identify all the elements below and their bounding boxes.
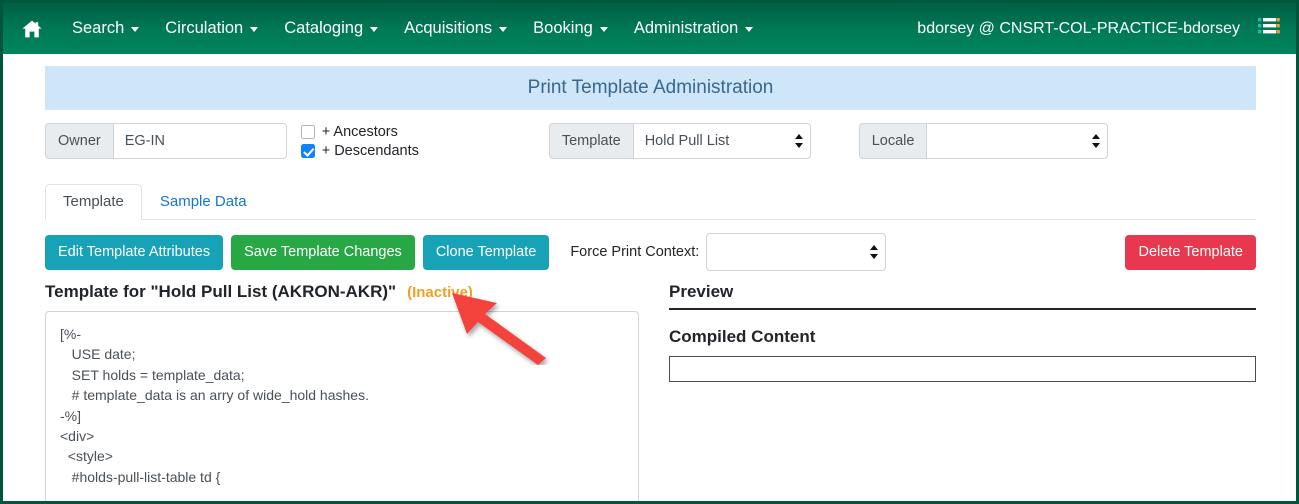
current-user-label: bdorsey @ CNSRT-COL-PRACTICE-bdorsey bbox=[917, 19, 1240, 37]
chevron-down-icon bbox=[499, 27, 508, 32]
preview-heading: Preview bbox=[669, 282, 1256, 310]
scope-checkbox-group: + Ancestors + Descendants bbox=[300, 123, 419, 159]
template-select-group: Template Hold Pull List bbox=[548, 123, 811, 159]
owner-input[interactable] bbox=[112, 123, 287, 159]
nav-primary-menu: Search Circulation Cataloging Acquisitio… bbox=[3, 13, 917, 44]
tab-sample-data[interactable]: Sample Data bbox=[142, 184, 265, 220]
list-menu-icon[interactable] bbox=[1256, 15, 1282, 42]
chevron-down-icon bbox=[131, 27, 140, 32]
ancestors-checkbox[interactable] bbox=[300, 125, 315, 139]
chevron-down-icon bbox=[370, 27, 379, 32]
template-editor-title: Template for "Hold Pull List (AKRON-AKR)… bbox=[45, 282, 397, 301]
compiled-content-label: Compiled Content bbox=[669, 327, 816, 346]
tab-bar: Template Sample Data bbox=[45, 183, 1256, 220]
clone-template-button[interactable]: Clone Template bbox=[422, 234, 550, 270]
template-editor-heading: Template for "Hold Pull List (AKRON-AKR)… bbox=[45, 282, 639, 302]
force-print-context-group: Force Print Context: bbox=[570, 233, 887, 271]
compiled-content-box[interactable] bbox=[669, 356, 1256, 382]
locale-select-group: Locale bbox=[858, 123, 1109, 159]
template-label: Template bbox=[548, 123, 633, 159]
chevron-down-icon bbox=[745, 27, 754, 32]
tab-template[interactable]: Template bbox=[45, 184, 142, 220]
descendants-checkbox-row[interactable]: + Descendants bbox=[300, 143, 419, 159]
nav-item-circulation[interactable]: Circulation bbox=[152, 13, 271, 44]
nav-item-booking[interactable]: Booking bbox=[520, 13, 621, 44]
ancestors-checkbox-row[interactable]: + Ancestors bbox=[300, 124, 419, 140]
nav-secondary-area: bdorsey @ CNSRT-COL-PRACTICE-bdorsey bbox=[917, 15, 1282, 42]
nav-item-administration-label: Administration bbox=[633, 19, 739, 37]
owner-label: Owner bbox=[45, 123, 113, 159]
force-print-context-select[interactable] bbox=[706, 233, 887, 271]
template-editor-panel: Template for "Hold Pull List (AKRON-AKR)… bbox=[45, 282, 639, 501]
edit-template-attributes-button[interactable]: Edit Template Attributes bbox=[45, 234, 224, 270]
application-window: Search Circulation Cataloging Acquisitio… bbox=[0, 0, 1299, 504]
home-button[interactable] bbox=[3, 19, 59, 39]
action-toolbar: Edit Template Attributes Save Template C… bbox=[45, 233, 1256, 271]
nav-item-acquisitions-label: Acquisitions bbox=[404, 19, 493, 37]
page-title: Print Template Administration bbox=[45, 66, 1256, 110]
chevron-down-icon bbox=[599, 27, 608, 32]
nav-item-booking-label: Booking bbox=[533, 19, 593, 37]
home-icon bbox=[21, 19, 43, 39]
descendants-label: + Descendants bbox=[321, 143, 419, 159]
nav-item-acquisitions[interactable]: Acquisitions bbox=[391, 13, 520, 44]
ancestors-label: + Ancestors bbox=[321, 124, 398, 140]
content-columns: Template for "Hold Pull List (AKRON-AKR)… bbox=[45, 282, 1256, 501]
locale-select[interactable] bbox=[926, 123, 1109, 159]
nav-item-administration[interactable]: Administration bbox=[621, 13, 767, 44]
select-chevrons-icon bbox=[870, 245, 879, 259]
save-template-changes-button[interactable]: Save Template Changes bbox=[231, 234, 415, 270]
nav-item-search[interactable]: Search bbox=[59, 13, 152, 44]
template-code-editor[interactable]: [%- USE date; SET holds = template_data;… bbox=[45, 311, 639, 501]
force-print-context-label: Force Print Context: bbox=[570, 244, 700, 260]
owner-field-group: Owner bbox=[45, 123, 287, 159]
nav-item-cataloging[interactable]: Cataloging bbox=[271, 13, 391, 44]
status-badge: (Inactive) bbox=[407, 284, 473, 301]
nav-item-cataloging-label: Cataloging bbox=[284, 19, 364, 37]
select-chevrons-icon bbox=[794, 134, 803, 148]
delete-template-button[interactable]: Delete Template bbox=[1125, 234, 1256, 270]
locale-label: Locale bbox=[858, 123, 927, 159]
nav-item-search-label: Search bbox=[72, 19, 125, 37]
chevron-down-icon bbox=[250, 27, 259, 32]
nav-item-circulation-label: Circulation bbox=[165, 19, 244, 37]
select-chevrons-icon bbox=[1092, 134, 1101, 148]
preview-panel: Preview Compiled Content bbox=[669, 282, 1256, 501]
filter-toolbar: Owner + Ancestors + Descendants Template… bbox=[45, 123, 1256, 169]
template-select-value: Hold Pull List bbox=[644, 133, 730, 149]
top-navigation-bar: Search Circulation Cataloging Acquisitio… bbox=[3, 3, 1296, 54]
template-select[interactable]: Hold Pull List bbox=[632, 123, 811, 159]
descendants-checkbox[interactable] bbox=[300, 144, 315, 158]
